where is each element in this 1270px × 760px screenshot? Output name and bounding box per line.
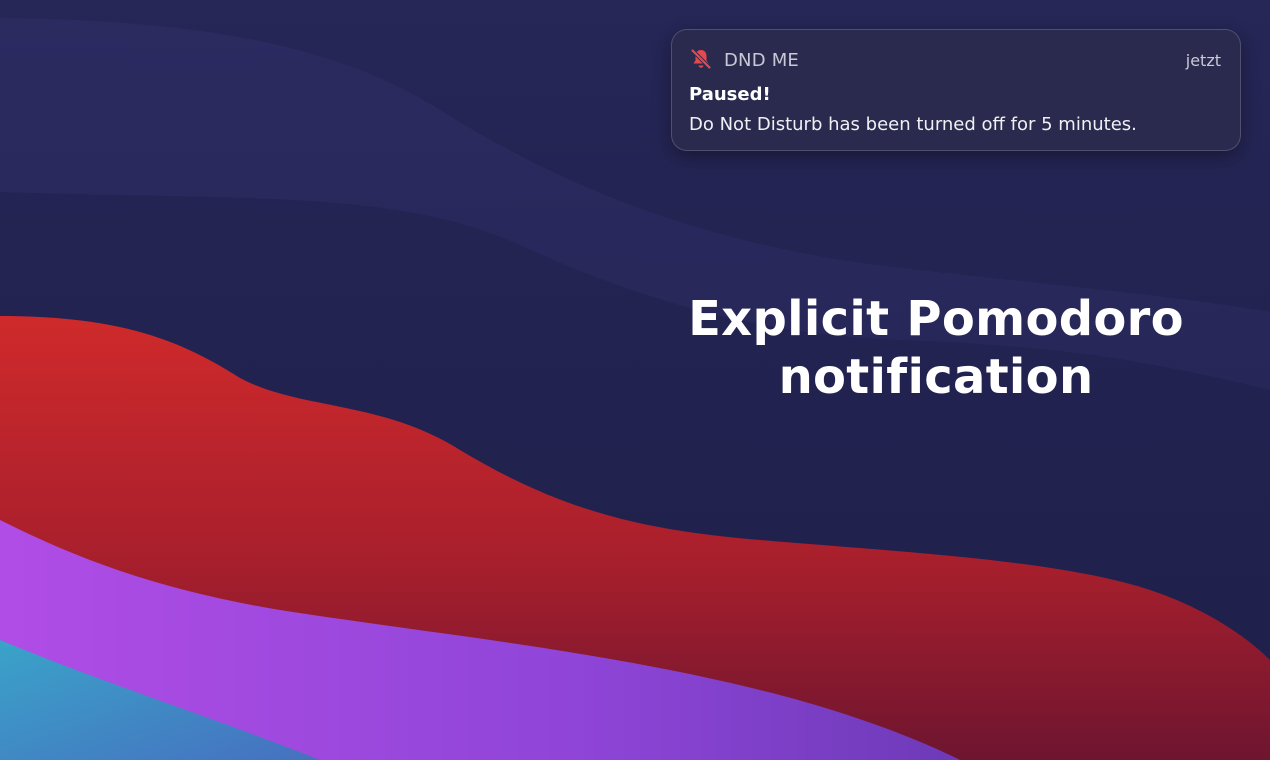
notification-title: Paused! [689,84,771,105]
bell-slash-icon [690,48,712,70]
notification-app-name: DND ME [724,50,800,71]
notification-header: DND ME jetzt [689,47,1221,73]
promo-heading-line-2: notification [778,349,1094,405]
notification-banner[interactable]: DND ME jetzt Paused! Do Not Disturb has … [671,29,1241,151]
notification-body: Do Not Disturb has been turned off for 5… [689,114,1137,135]
promo-heading-line-1: Explicit Pomodoro [688,291,1184,347]
desktop: DND ME jetzt Paused! Do Not Disturb has … [0,0,1270,760]
promo-heading: Explicit Pomodoro notification [636,290,1236,406]
notification-timestamp: jetzt [1185,51,1221,70]
